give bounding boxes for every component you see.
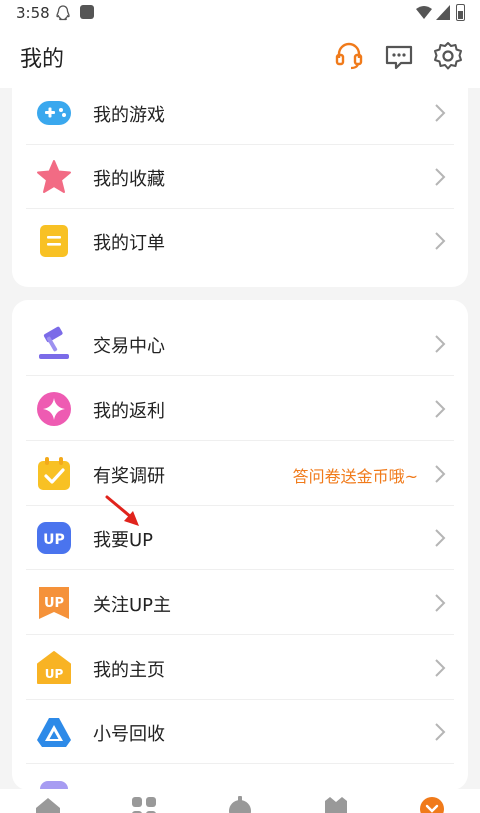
customer-service-button[interactable] — [333, 40, 365, 72]
menu-item-my-games[interactable]: 我的游戏 — [12, 81, 468, 145]
category-icon — [132, 797, 156, 813]
settings-button[interactable] — [432, 40, 464, 72]
survey-hint: 答问卷送金币哦~ — [292, 467, 418, 486]
chevron-right-icon — [435, 232, 446, 250]
chevron-right-icon — [435, 168, 446, 186]
menu-item-my-orders[interactable]: 我的订单 — [12, 209, 468, 273]
menu-item-label: 我的主页 — [93, 660, 165, 681]
nav-tab-mine[interactable] — [418, 795, 446, 813]
star-icon — [36, 159, 72, 195]
svg-text:UP: UP — [43, 532, 65, 548]
mine-icon — [420, 797, 444, 813]
qq-icon — [56, 5, 70, 21]
status-time: 3:58 — [16, 4, 50, 22]
order-icon — [36, 223, 72, 259]
menu-item-my-rebate[interactable]: 我的返利 — [12, 377, 468, 441]
divider — [26, 634, 454, 635]
nav-tab-category[interactable] — [130, 795, 158, 813]
menu-section-1: 我的游戏 我的收藏 我的订单 — [12, 70, 468, 287]
menu-item-label: 关注UP主 — [93, 595, 172, 616]
divider — [26, 440, 454, 441]
bottom-nav — [0, 789, 480, 813]
menu-item-label: 我的收藏 — [93, 169, 165, 190]
chevron-right-icon — [435, 594, 446, 612]
wifi-icon — [416, 6, 432, 19]
menu-section-2: 交易中心 我的返利 有奖调研 答问卷送金币哦~ UP 我要UP UP 关注UP主 — [12, 300, 468, 790]
menu-item-label: 我的游戏 — [93, 105, 165, 126]
menu-item-my-homepage[interactable]: UP 我的主页 — [12, 636, 468, 700]
divider — [26, 569, 454, 570]
follow-up-icon: UP — [36, 585, 72, 621]
chevron-right-icon — [435, 335, 446, 353]
menu-item-partial[interactable] — [12, 765, 468, 790]
svg-text:UP: UP — [45, 667, 64, 681]
menu-item-my-favorites[interactable]: 我的收藏 — [12, 145, 468, 209]
app-notification-icon — [80, 5, 94, 19]
menu-item-label: 小号回收 — [93, 724, 165, 745]
status-bar: 3:58 — [0, 0, 480, 26]
survey-icon — [36, 456, 72, 492]
page-title: 我的 — [20, 47, 65, 72]
home-icon — [36, 798, 60, 813]
menu-item-account-recycle[interactable]: 小号回收 — [12, 700, 468, 764]
gamepad-icon — [36, 95, 72, 131]
menu-item-become-up[interactable]: UP 我要UP — [12, 506, 468, 570]
community-icon — [325, 797, 347, 813]
settings-icon — [434, 42, 462, 70]
nav-tab-trade[interactable] — [226, 795, 254, 813]
signal-icon — [436, 5, 450, 20]
chevron-right-icon — [435, 465, 446, 483]
up-icon: UP — [36, 520, 72, 556]
menu-item-label: 我的返利 — [93, 401, 165, 422]
gavel-icon — [36, 326, 72, 362]
chevron-right-icon — [435, 659, 446, 677]
menu-item-label: 有奖调研 — [93, 466, 165, 487]
menu-item-survey[interactable]: 有奖调研 答问卷送金币哦~ — [12, 442, 468, 506]
menu-item-label: 交易中心 — [93, 336, 165, 357]
menu-item-trading-center[interactable]: 交易中心 — [12, 312, 468, 376]
svg-text:UP: UP — [44, 596, 64, 611]
chevron-right-icon — [435, 529, 446, 547]
menu-item-label: 我的订单 — [93, 233, 165, 254]
chevron-right-icon — [435, 723, 446, 741]
chevron-right-icon — [435, 400, 446, 418]
red-arrow-icon — [105, 495, 139, 526]
rebate-icon — [36, 391, 72, 427]
divider — [26, 375, 454, 376]
trade-icon — [229, 796, 251, 813]
recycle-icon — [36, 714, 72, 750]
menu-item-follow-up[interactable]: UP 关注UP主 — [12, 571, 468, 635]
battery-icon — [456, 4, 465, 21]
nav-tab-home[interactable] — [34, 795, 62, 813]
divider — [26, 763, 454, 764]
homepage-icon: UP — [36, 650, 72, 686]
message-button[interactable] — [383, 40, 415, 72]
message-icon — [385, 45, 413, 70]
nav-tab-community[interactable] — [322, 795, 350, 813]
chevron-right-icon — [435, 104, 446, 122]
customer-service-icon — [335, 42, 363, 70]
